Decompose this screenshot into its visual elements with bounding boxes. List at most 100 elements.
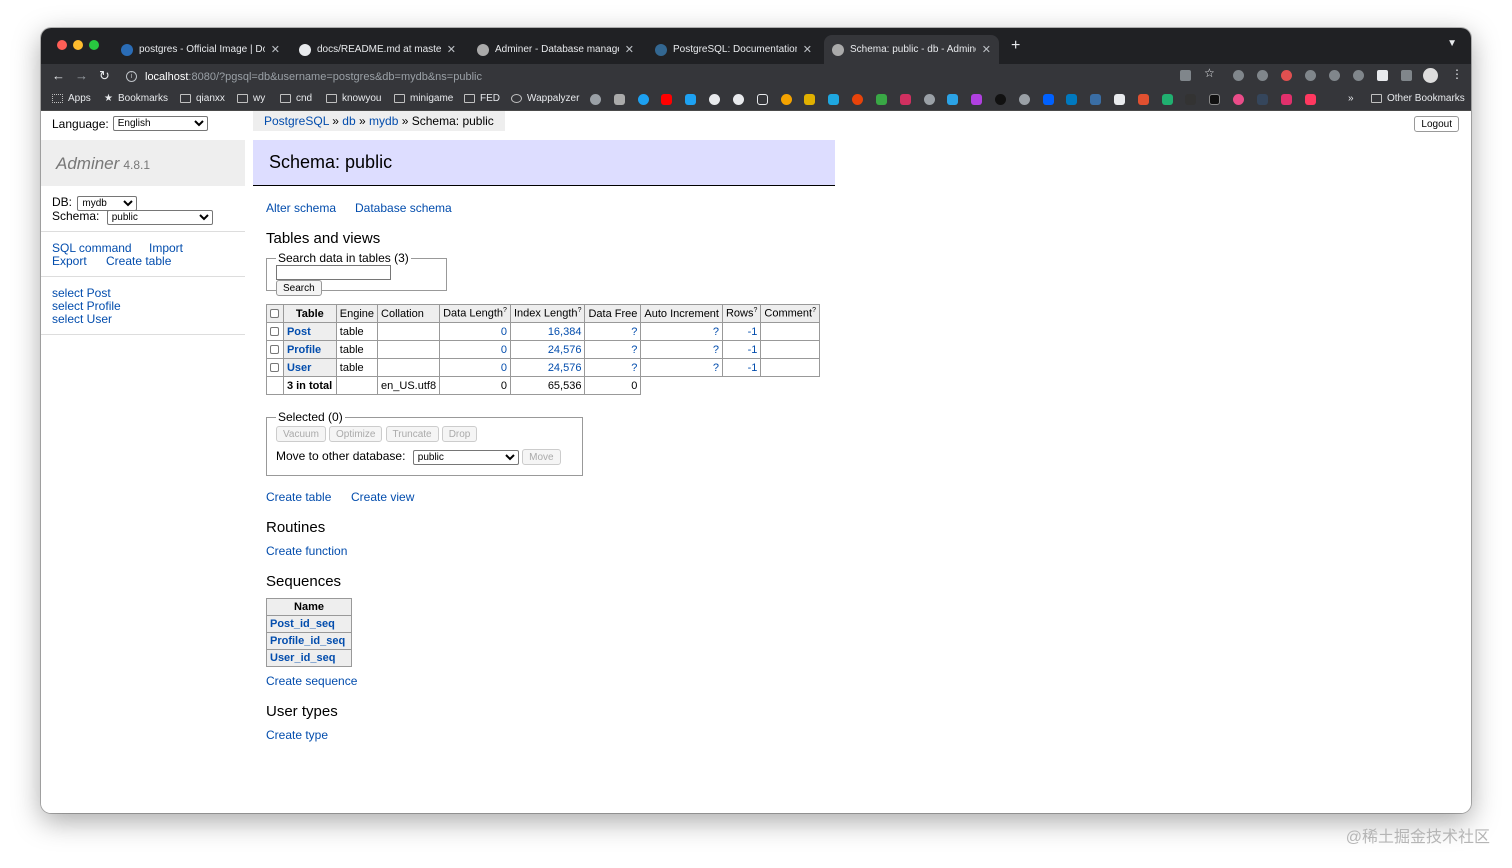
- bookmark-site-icon[interactable]: [947, 94, 958, 105]
- reload-icon[interactable]: ↻: [99, 68, 110, 84]
- breadcrumb-db[interactable]: db: [342, 114, 355, 128]
- bookmark-site-icon[interactable]: [1019, 94, 1030, 105]
- optimize-button[interactable]: Optimize: [329, 426, 383, 442]
- bookmark-site-icon[interactable]: [1185, 94, 1196, 105]
- dropbox-icon[interactable]: [1043, 94, 1054, 105]
- twitter-icon[interactable]: [638, 94, 649, 105]
- tab-adminer[interactable]: Adminer - Database managem ✕: [469, 35, 642, 64]
- tab-schema-public[interactable]: Schema: public - db - Adminer ✕: [824, 35, 999, 64]
- trello-icon[interactable]: [1066, 94, 1077, 105]
- forward-icon[interactable]: →: [75, 68, 88, 83]
- extension-icon[interactable]: [1257, 70, 1268, 81]
- bookmark-bookmarks[interactable]: ★ Bookmarks: [104, 93, 168, 104]
- sql-command-link[interactable]: SQL command: [52, 241, 132, 255]
- close-tab-icon[interactable]: ✕: [447, 43, 456, 56]
- sidebar-icon[interactable]: [1401, 70, 1412, 81]
- data-length-link[interactable]: 0: [501, 344, 507, 356]
- bookmark-folder-fed[interactable]: FED: [464, 93, 500, 104]
- table-link-post[interactable]: Post: [287, 326, 311, 338]
- github-icon[interactable]: [733, 94, 744, 105]
- column-index-length[interactable]: Index Length?: [509, 304, 586, 323]
- bookmark-site-icon[interactable]: [876, 94, 887, 105]
- bookmark-folder-wy[interactable]: wy: [237, 93, 265, 104]
- column-rows[interactable]: Rows?: [721, 304, 762, 323]
- auto-increment-link[interactable]: ?: [713, 362, 719, 374]
- bookmark-site-icon[interactable]: [1138, 94, 1149, 105]
- bookmark-other[interactable]: Other Bookmarks: [1371, 93, 1465, 104]
- select-profile-link[interactable]: select Profile: [52, 299, 121, 313]
- sequence-link-post[interactable]: Post_id_seq: [270, 618, 335, 630]
- sequence-link-profile[interactable]: Profile_id_seq: [270, 635, 345, 647]
- select-post-link[interactable]: select Post: [52, 286, 111, 300]
- table-link-profile[interactable]: Profile: [287, 344, 321, 356]
- database-schema-link[interactable]: Database schema: [355, 201, 452, 215]
- youtube-icon[interactable]: [661, 94, 672, 105]
- search-button[interactable]: Search: [276, 280, 322, 296]
- move-database-select[interactable]: public: [412, 450, 519, 466]
- bookmark-folder-knowyou[interactable]: knowyou: [326, 93, 381, 104]
- tab-github[interactable]: docs/README.md at master · ( ✕: [291, 35, 464, 64]
- extension-icon[interactable]: [1305, 70, 1316, 81]
- index-length-link[interactable]: 24,576: [548, 344, 582, 356]
- new-tab-button[interactable]: +: [1011, 37, 1020, 55]
- auto-increment-link[interactable]: ?: [713, 326, 719, 338]
- bookmark-folder-qianxx[interactable]: qianxx: [180, 93, 225, 104]
- move-button[interactable]: Move: [522, 449, 561, 465]
- export-link[interactable]: Export: [52, 254, 87, 268]
- bookmark-site-icon[interactable]: [852, 94, 863, 105]
- create-table-link[interactable]: Create table: [266, 490, 331, 504]
- bookmark-site-icon[interactable]: [1305, 94, 1316, 105]
- data-free-link[interactable]: ?: [631, 362, 637, 374]
- vacuum-button[interactable]: Vacuum: [276, 426, 326, 442]
- bookmark-folder-minigame[interactable]: minigame: [394, 93, 453, 104]
- tumblr-icon[interactable]: [1257, 94, 1268, 105]
- pocket-icon[interactable]: [1281, 70, 1292, 81]
- extension-icon[interactable]: [1353, 70, 1364, 81]
- imdb-icon[interactable]: [804, 94, 815, 105]
- data-free-link[interactable]: ?: [631, 344, 637, 356]
- alter-schema-link[interactable]: Alter schema: [266, 201, 336, 215]
- close-window-icon[interactable]: [57, 40, 67, 50]
- bookmark-site-icon[interactable]: [900, 94, 911, 105]
- language-select[interactable]: English: [112, 116, 208, 131]
- bookmark-site-icon[interactable]: [828, 94, 839, 105]
- kebab-menu-icon[interactable]: ⋮: [1451, 67, 1463, 81]
- import-link[interactable]: Import: [149, 241, 183, 255]
- instagram-icon[interactable]: [1281, 94, 1292, 105]
- bookmark-site-icon[interactable]: [924, 94, 935, 105]
- app-name[interactable]: Adminer: [56, 154, 119, 173]
- column-collation[interactable]: Collation: [377, 304, 441, 323]
- puzzle-icon[interactable]: [1377, 70, 1388, 81]
- logout-button[interactable]: Logout: [1414, 116, 1459, 132]
- rows-link[interactable]: -1: [748, 362, 758, 374]
- select-all-checkbox[interactable]: [270, 309, 280, 319]
- create-function-link[interactable]: Create function: [266, 544, 347, 558]
- tab-postgresql-docs[interactable]: PostgreSQL: Documentation: 1 ✕: [647, 35, 820, 64]
- close-tab-icon[interactable]: ✕: [803, 43, 812, 56]
- column-data-free[interactable]: Data Free: [584, 304, 642, 323]
- bookmark-site-icon[interactable]: [590, 94, 601, 105]
- back-icon[interactable]: ←: [52, 68, 65, 83]
- truncate-button[interactable]: Truncate: [385, 426, 439, 442]
- select-user-link[interactable]: select User: [52, 312, 112, 326]
- chevron-down-icon[interactable]: ▼: [1447, 38, 1457, 49]
- bookmark-site-icon[interactable]: [757, 94, 768, 105]
- bookmark-wappalyzer[interactable]: Wappalyzer: [511, 93, 579, 104]
- bookmark-site-icon[interactable]: [971, 94, 982, 105]
- bookmark-folder-cnd[interactable]: cnd: [280, 93, 312, 104]
- minimize-window-icon[interactable]: [73, 40, 83, 50]
- column-comment[interactable]: Comment?: [760, 304, 820, 323]
- avatar[interactable]: [1423, 68, 1438, 83]
- column-data-length[interactable]: Data Length?: [439, 304, 511, 323]
- row-checkbox[interactable]: [270, 327, 280, 337]
- create-sequence-link[interactable]: Create sequence: [266, 674, 357, 688]
- close-tab-icon[interactable]: ✕: [625, 43, 634, 56]
- close-tab-icon[interactable]: ✕: [271, 43, 280, 56]
- table-link-user[interactable]: User: [287, 362, 311, 374]
- bookmark-site-icon[interactable]: [1162, 94, 1173, 105]
- column-table[interactable]: Table: [282, 304, 337, 323]
- url-field[interactable]: i localhost :8080/?pgsql=db&username=pos…: [126, 67, 482, 86]
- create-view-link[interactable]: Create view: [351, 490, 414, 504]
- schema-select[interactable]: public: [106, 210, 213, 225]
- bookmark-site-icon[interactable]: [1114, 94, 1125, 105]
